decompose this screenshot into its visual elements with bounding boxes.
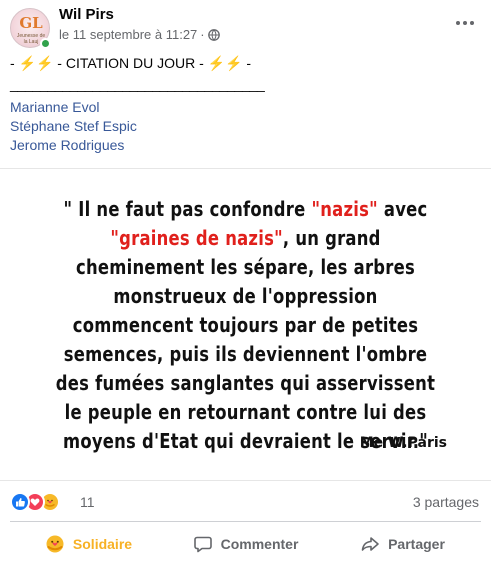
quote-highlight-nazis: "nazis" [311, 197, 378, 221]
citation-heading: - ⚡⚡ - CITATION DU JOUR - ⚡⚡ - [10, 55, 252, 71]
post-meta: le 11 septembre à 11:27 · [59, 27, 220, 42]
post-timestamp[interactable]: le 11 septembre à 11:27 [59, 27, 197, 42]
mention-link[interactable]: Jerome Rodrigues [10, 136, 137, 155]
quote-rest: , un grand cheminement les sépare, les a… [55, 226, 436, 453]
mentions-list: Marianne Evol Stéphane Stef Espic Jerome… [10, 98, 137, 155]
meta-separator: · [200, 27, 205, 42]
react-label: Solidaire [72, 536, 133, 552]
comment-label: Commenter [220, 536, 299, 552]
mention-link[interactable]: Marianne Evol [10, 98, 137, 117]
more-options-button[interactable] [453, 13, 477, 33]
dot-icon [470, 21, 474, 25]
quote-highlight-graines: "graines de nazis" [110, 226, 283, 250]
comment-icon [193, 536, 212, 553]
share-button[interactable]: Partager [324, 525, 481, 563]
globe-icon[interactable] [207, 28, 220, 41]
care-emoji-icon [46, 535, 64, 553]
reaction-count[interactable]: 11 [80, 494, 95, 510]
shares-count[interactable]: 3 partages [413, 494, 479, 510]
post-text: - ⚡⚡ - CITATION DU JOUR - ⚡⚡ - _________… [10, 54, 480, 94]
reaction-icons[interactable] [10, 492, 60, 512]
dot-icon [463, 21, 467, 25]
author-name[interactable]: Wil Pirs [59, 6, 114, 23]
quote-mid: avec [377, 197, 428, 221]
quote-open: " Il ne faut pas confondre [63, 197, 312, 221]
react-button[interactable]: Solidaire [10, 525, 167, 563]
quote-text: " Il ne faut pas confondre "nazis" avec … [54, 195, 437, 456]
online-status-indicator [40, 38, 51, 49]
mention-link[interactable]: Stéphane Stef Espic [10, 117, 137, 136]
like-reaction-icon [10, 492, 30, 512]
quote-image[interactable]: " Il ne faut pas confondre "nazis" avec … [0, 168, 491, 481]
facebook-post: GL Jeunesse de la Lauj Wil Pirs le 11 se… [0, 0, 491, 568]
dot-icon [456, 21, 460, 25]
share-icon [361, 537, 379, 551]
reactions-bar: 11 3 partages [10, 489, 481, 515]
actions-divider [10, 521, 481, 522]
comment-button[interactable]: Commenter [167, 525, 324, 563]
separator-line: __________________________________ [10, 76, 265, 92]
quote-signature: Me W.Paris [359, 435, 447, 451]
post-actions: Solidaire Commenter Partager [10, 525, 481, 563]
share-label: Partager [388, 536, 445, 552]
avatar-logo: GL [19, 14, 43, 32]
post-header: GL Jeunesse de la Lauj Wil Pirs le 11 se… [10, 5, 481, 49]
